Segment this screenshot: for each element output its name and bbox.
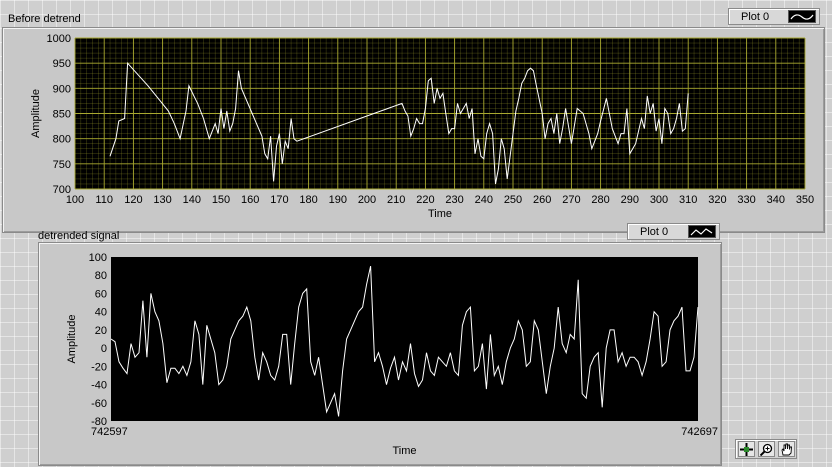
y-axis-title: Amplitude (66, 315, 78, 364)
x-tick-label: 300 (650, 194, 668, 206)
zoom-icon[interactable] (757, 441, 775, 457)
x-tick-label: 150 (212, 194, 230, 206)
before-detrend-plot[interactable]: 7007508008509009501000100 110 120 130 140 150… (3, 28, 824, 232)
y-tick-label: 800 (53, 134, 71, 146)
x-tick-label: 250 (504, 194, 522, 206)
legend-plot-name: Plot 0 (640, 225, 669, 238)
y-tick-label: 750 (53, 159, 71, 171)
x-tick-label: 170 (270, 194, 288, 206)
x-tick-label: 120 (124, 194, 142, 206)
y-tick-label: 80 (95, 270, 107, 282)
x-tick-label: 180 (299, 194, 317, 206)
x-tick-label: 230 (445, 194, 463, 206)
x-tick-label: 330 (737, 194, 755, 206)
x-axis-title: Time (428, 208, 452, 220)
x-tick-label: 240 (475, 194, 493, 206)
before-detrend-label: Before detrend (8, 13, 81, 25)
x-tick-label: 100 (66, 194, 84, 206)
detrended-signal-legend[interactable]: Plot 0 (627, 223, 720, 240)
x-tick-label: 320 (708, 194, 726, 206)
cursor-move-icon[interactable] (737, 441, 755, 457)
y-tick-label: 40 (95, 307, 107, 319)
detrended-signal-chart[interactable]: -80 -60 -40 -20 0 20 40 60 80 100 742597 742697 Time… (38, 242, 722, 466)
detrended-signal-plot[interactable]: -80-60-40-20020406080100742597 742697Time… (39, 243, 721, 465)
x-tick-label: 742697 (681, 426, 718, 438)
before-detrend-chart[interactable]: 700 750 800 850 900 950 1000 100 110 120 130 140 150… (2, 27, 825, 233)
x-tick-label: 200 (358, 194, 376, 206)
y-tick-label: 900 (53, 83, 71, 95)
x-tick-label: 210 (387, 194, 405, 206)
x-tick-label: 340 (767, 194, 785, 206)
y-tick-label: 850 (53, 109, 71, 121)
x-tick-label: 270 (562, 194, 580, 206)
x-tick-label: 350 (796, 194, 814, 206)
line-style-icon[interactable] (788, 10, 816, 23)
x-tick-label: 160 (241, 194, 259, 206)
x-tick-label: 190 (329, 194, 347, 206)
x-tick-label: 140 (183, 194, 201, 206)
pan-hand-icon[interactable] (777, 441, 795, 457)
y-tick-label: 1000 (47, 33, 71, 45)
y-axis-title: Amplitude (30, 89, 42, 138)
y-tick-label: 950 (53, 58, 71, 70)
y-tick-label: -20 (91, 361, 107, 373)
x-axis-title: Time (392, 445, 416, 457)
detrended-signal-label: detrended signal (38, 230, 120, 242)
y-tick-label: 60 (95, 288, 107, 300)
y-tick-label: 20 (95, 325, 107, 337)
x-tick-label: 220 (416, 194, 434, 206)
y-tick-label: 100 (89, 252, 107, 264)
x-tick-label: 110 (95, 194, 113, 206)
graph-palette (735, 439, 797, 459)
y-tick-label: -40 (91, 380, 107, 392)
y-tick-label: -60 (91, 398, 107, 410)
x-tick-label: 260 (533, 194, 551, 206)
x-tick-label: 742597 (91, 426, 128, 438)
x-tick-label: 280 (591, 194, 609, 206)
x-tick-label: 130 (153, 194, 171, 206)
line-style-icon[interactable] (688, 225, 716, 238)
x-tick-label: 310 (679, 194, 697, 206)
before-detrend-legend[interactable]: Plot 0 (728, 8, 820, 25)
x-tick-label: 290 (621, 194, 639, 206)
legend-plot-name: Plot 0 (741, 10, 770, 23)
y-tick-label: 0 (101, 343, 107, 355)
